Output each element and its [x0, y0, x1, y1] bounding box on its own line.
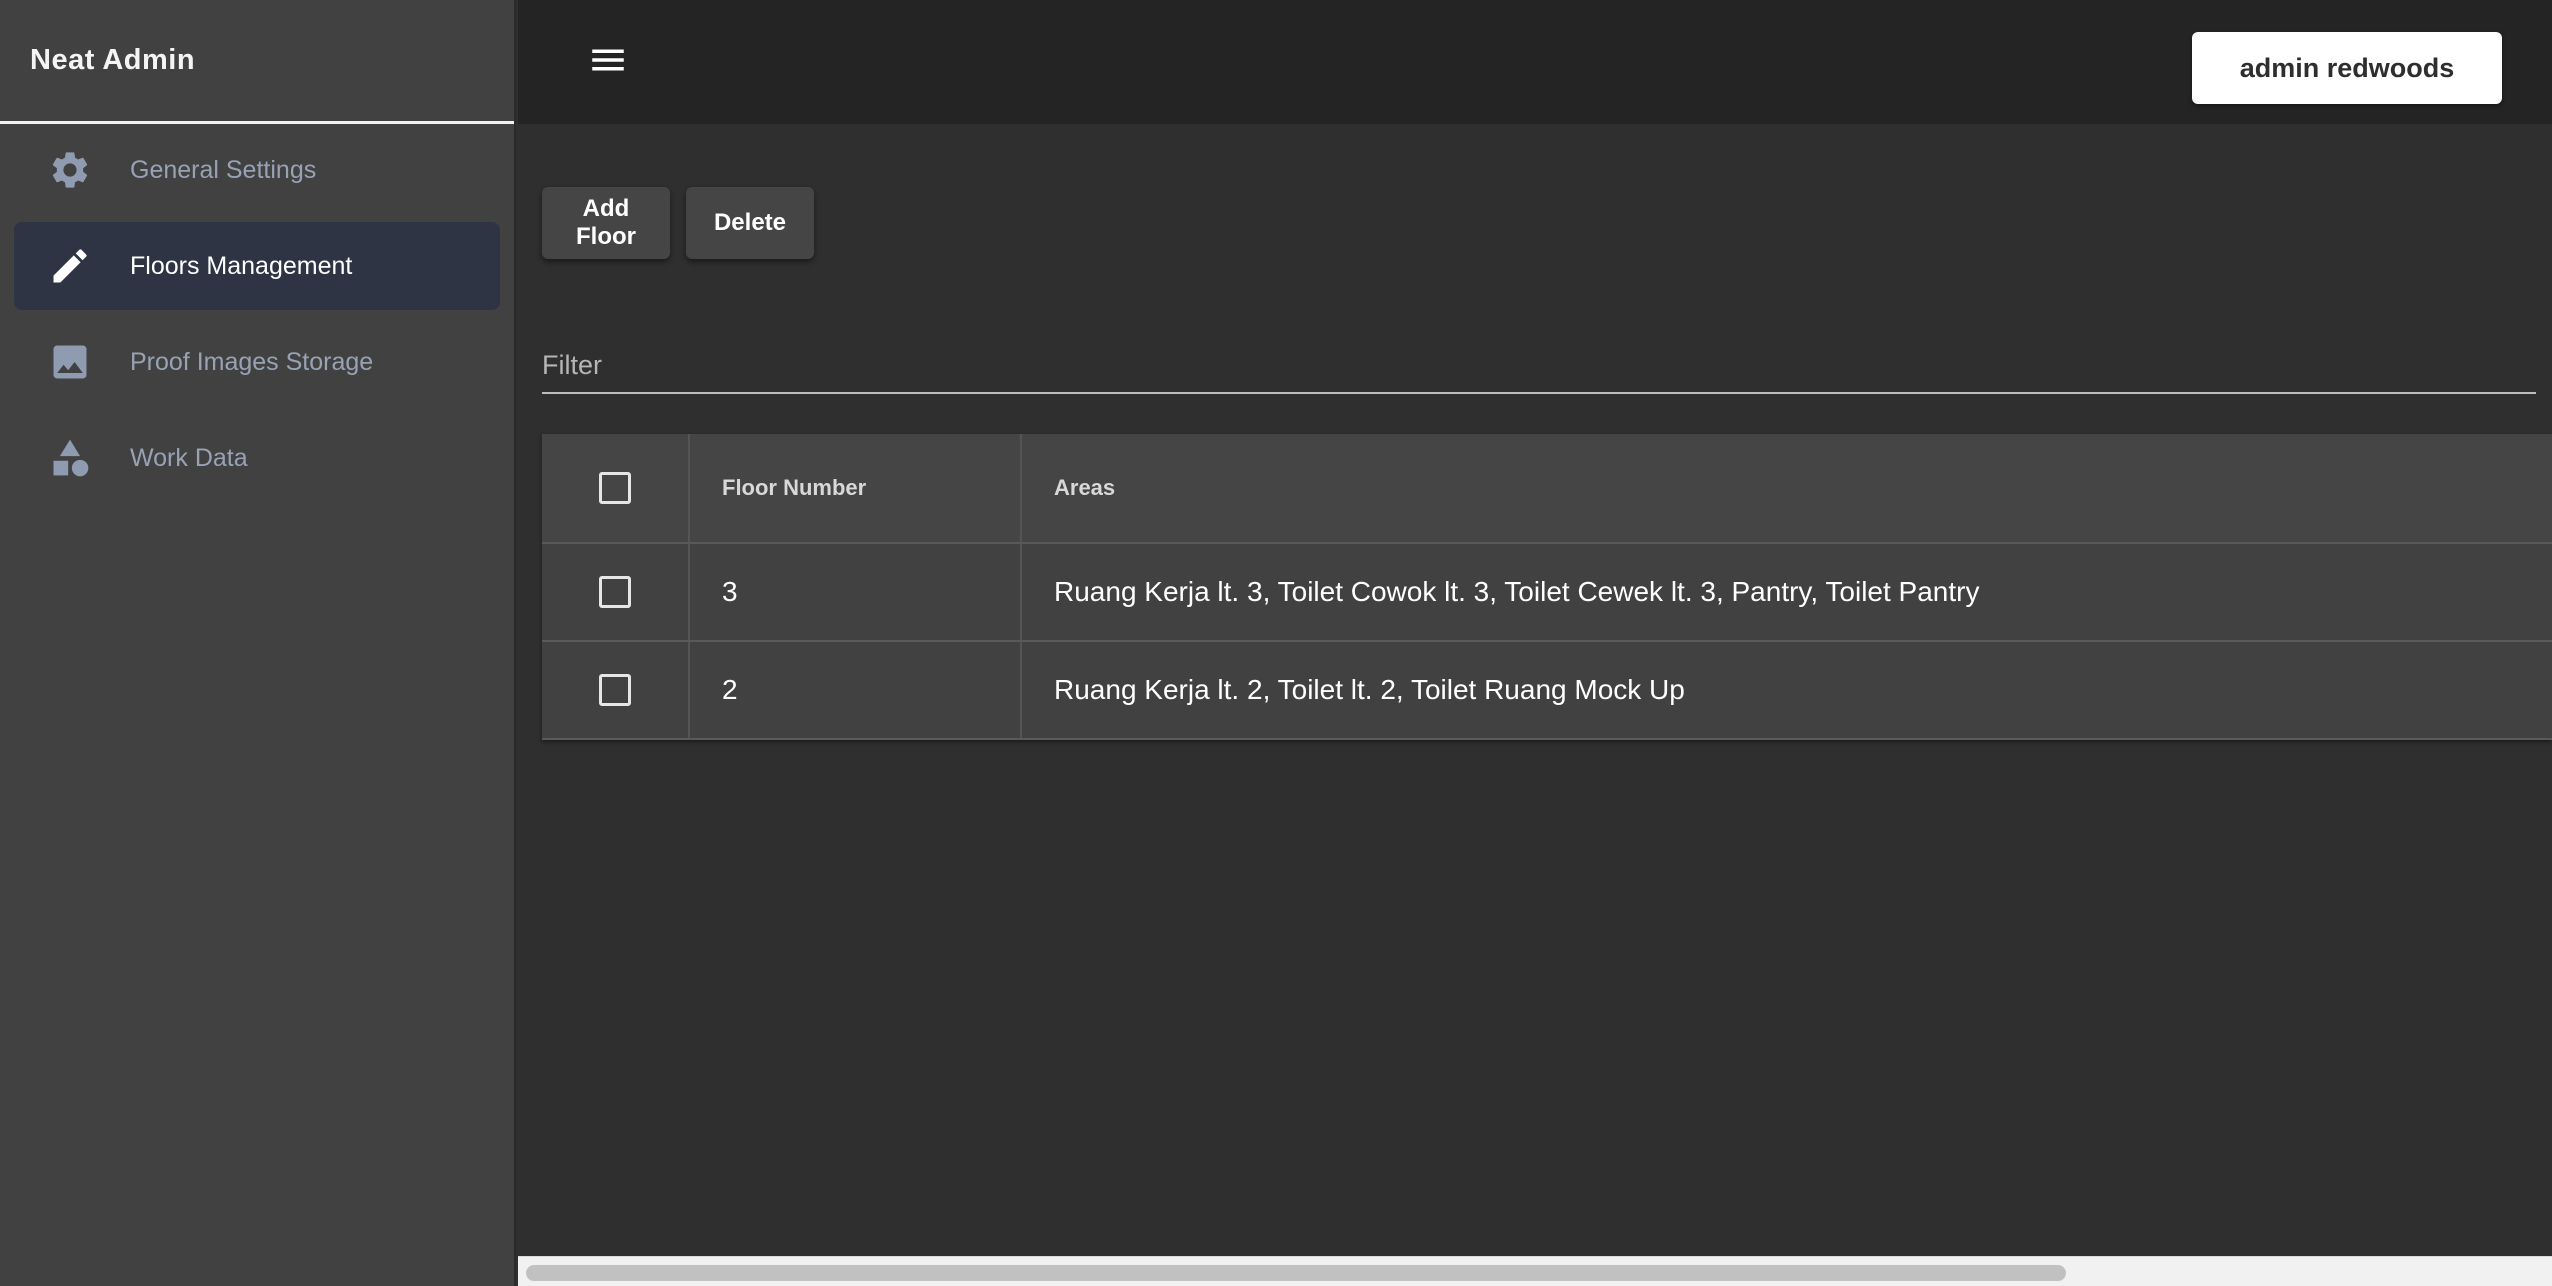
- select-all-checkbox[interactable]: [599, 472, 631, 504]
- app-title: Neat Admin: [0, 0, 514, 124]
- pencil-icon: [48, 244, 92, 288]
- sidebar-item-label: Proof Images Storage: [130, 347, 374, 376]
- hamburger-menu-icon: [587, 39, 629, 86]
- floor-number-cell: 3: [690, 544, 1022, 640]
- horizontal-scrollbar[interactable]: [518, 1256, 2552, 1286]
- add-floor-button[interactable]: Add Floor: [542, 187, 670, 259]
- areas-cell: Ruang Kerja lt. 2, Toilet lt. 2, Toilet …: [1054, 674, 1685, 705]
- row-checkbox[interactable]: [599, 576, 631, 608]
- sidebar: Neat Admin General Settings Floors Manag…: [0, 0, 516, 1286]
- column-header-areas[interactable]: Areas: [1022, 434, 2552, 542]
- sidebar-item-work-data[interactable]: Work Data: [14, 414, 500, 502]
- sidebar-item-general-settings[interactable]: General Settings: [14, 126, 500, 214]
- sidebar-item-label: Work Data: [130, 443, 248, 472]
- filter-field: [542, 338, 2536, 394]
- row-checkbox[interactable]: [599, 674, 631, 706]
- sidebar-item-floors-management[interactable]: Floors Management: [14, 222, 500, 310]
- shapes-icon: [48, 436, 92, 480]
- user-account-button[interactable]: admin redwoods: [2192, 32, 2502, 104]
- floor-number-cell: 2: [690, 642, 1022, 738]
- table-row[interactable]: 2 Ruang Kerja lt. 2, Toilet lt. 2, Toile…: [542, 642, 2552, 740]
- header-checkbox-cell: [542, 434, 690, 542]
- gear-icon: [48, 148, 92, 192]
- areas-cell: Ruang Kerja lt. 3, Toilet Cowok lt. 3, T…: [1054, 576, 1980, 607]
- topbar: admin redwoods: [518, 0, 2552, 124]
- main-content: Add Floor Delete Floor Number Areas 3 Ru…: [518, 124, 2552, 1286]
- scrollbar-thumb[interactable]: [526, 1265, 2066, 1281]
- sidebar-item-label: General Settings: [130, 155, 317, 184]
- image-icon: [48, 340, 92, 384]
- sidebar-item-label: Floors Management: [130, 251, 353, 280]
- sidebar-nav: General Settings Floors Management Proof…: [0, 124, 514, 502]
- menu-button[interactable]: [566, 34, 650, 90]
- app-root: Neat Admin General Settings Floors Manag…: [0, 0, 2552, 1286]
- table-header-row: Floor Number Areas: [542, 434, 2552, 544]
- action-toolbar: Add Floor Delete: [542, 187, 814, 259]
- table-row[interactable]: 3 Ruang Kerja lt. 3, Toilet Cowok lt. 3,…: [542, 544, 2552, 642]
- floors-table: Floor Number Areas 3 Ruang Kerja lt. 3, …: [542, 434, 2552, 740]
- row-checkbox-cell: [542, 642, 690, 738]
- filter-input[interactable]: [542, 338, 2536, 392]
- column-header-floor-number[interactable]: Floor Number: [690, 434, 1022, 542]
- sidebar-item-proof-images-storage[interactable]: Proof Images Storage: [14, 318, 500, 406]
- delete-button[interactable]: Delete: [686, 187, 814, 259]
- row-checkbox-cell: [542, 544, 690, 640]
